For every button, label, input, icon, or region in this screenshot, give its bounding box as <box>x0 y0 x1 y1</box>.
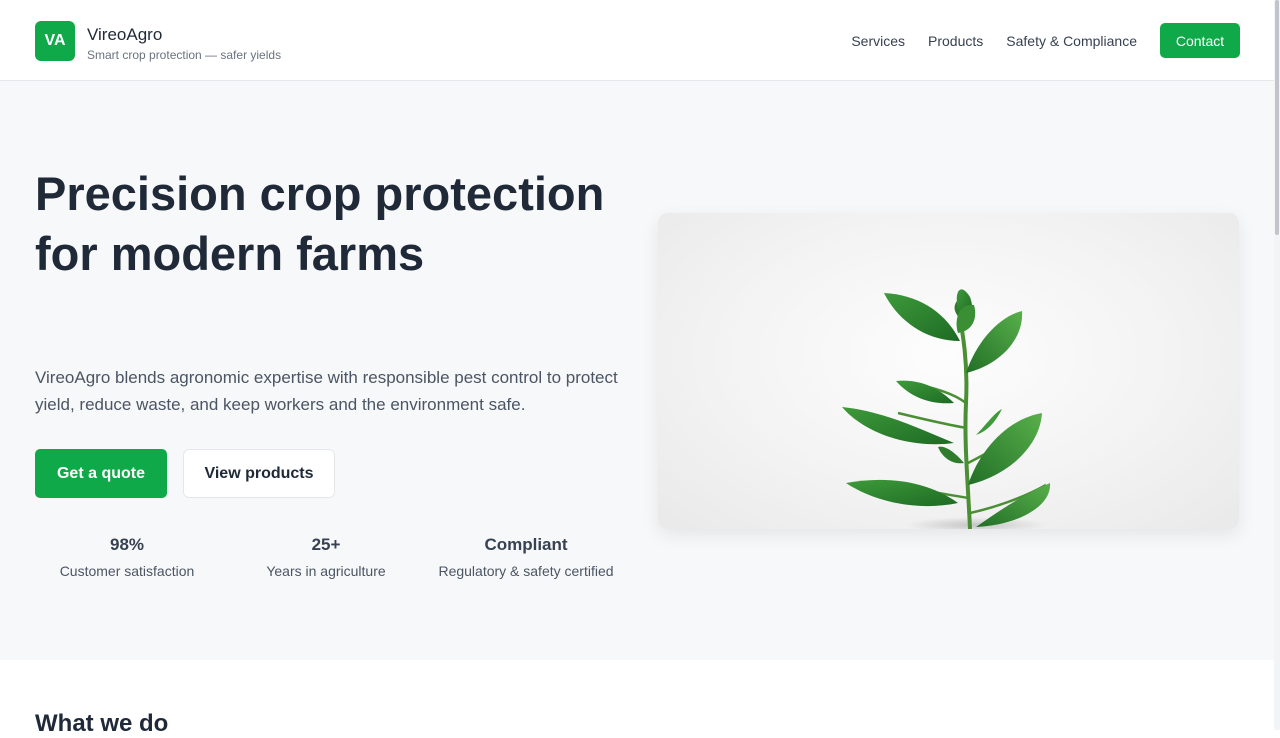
nav-safety-compliance[interactable]: Safety & Compliance <box>1006 33 1137 49</box>
section-title-what-we-do: What we do <box>35 710 169 737</box>
nav-services[interactable]: Services <box>851 33 905 49</box>
page-scrollbar[interactable] <box>1274 0 1280 730</box>
stat-years: 25+ Years in agriculture <box>256 535 396 580</box>
stat-label: Customer satisfaction <box>59 563 195 579</box>
plant-photo <box>658 213 1239 529</box>
stat-label: Regulatory & safety certified <box>438 563 614 579</box>
contact-button[interactable]: Contact <box>1160 23 1240 58</box>
main-nav: Services Products Safety & Compliance Co… <box>851 23 1240 58</box>
stat-label: Years in agriculture <box>266 563 386 579</box>
stat-satisfaction: 98% Customer satisfaction <box>57 535 197 580</box>
brand-name[interactable]: VireoAgro <box>87 25 162 45</box>
logo-badge[interactable]: VA <box>35 21 75 61</box>
stat-value: 25+ <box>311 535 341 554</box>
stat-value: Compliant <box>484 535 568 554</box>
site-header: VA VireoAgro Smart crop protection — saf… <box>0 0 1280 81</box>
brand-tagline: Smart crop protection — safer yields <box>87 48 282 62</box>
scrollbar-thumb[interactable] <box>1275 0 1279 235</box>
stat-compliance: Compliant Regulatory & safety certified <box>436 535 616 580</box>
nav-products[interactable]: Products <box>928 33 983 49</box>
view-products-button[interactable]: View products <box>183 449 335 498</box>
stat-value: 98% <box>109 535 145 554</box>
hero-title: Precision crop protection for modern far… <box>35 167 605 280</box>
plant-illustration <box>842 289 1051 529</box>
hero-section: Precision crop protection for modern far… <box>0 81 1280 660</box>
hero-subtitle: VireoAgro blends agronomic expertise wit… <box>35 368 618 414</box>
get-quote-button[interactable]: Get a quote <box>35 449 167 498</box>
